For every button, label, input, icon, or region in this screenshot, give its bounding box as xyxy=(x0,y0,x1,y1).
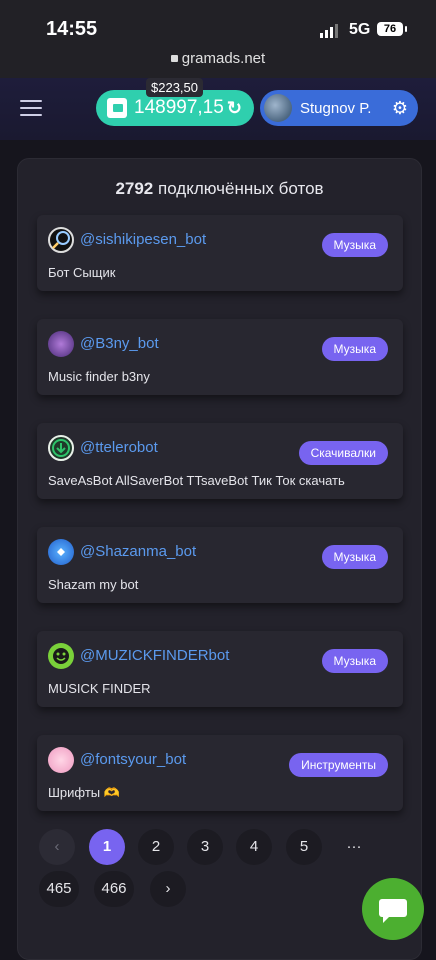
page-button[interactable]: 2 xyxy=(138,829,174,865)
bot-card[interactable]: @ttelerobot SaveAsBot AllSaverBot TTsave… xyxy=(37,423,403,499)
bot-description: Бот Сыщик xyxy=(48,265,116,280)
address-bar[interactable]: gramads.net xyxy=(0,50,436,67)
page-button[interactable]: 466 xyxy=(94,871,134,907)
lock-icon xyxy=(170,55,178,62)
bot-description: Shazam my bot xyxy=(48,577,139,592)
panel-title: 2792 подключённых ботов xyxy=(18,179,421,199)
bot-username[interactable]: @ttelerobot xyxy=(80,439,158,456)
bot-description: SaveAsBot AllSaverBot TTsaveBot Тик Ток … xyxy=(48,473,345,488)
bot-description: MUSICK FINDER xyxy=(48,681,151,696)
bot-avatar xyxy=(48,539,74,565)
bot-description: Шрифты 🫶 xyxy=(48,785,120,800)
bot-avatar xyxy=(48,643,74,669)
status-bar: 14:55 5G 76 gramads.net xyxy=(0,0,436,78)
app-header: 148997,15 ↻ $223,50 Stugnov P. ⚙ xyxy=(0,78,436,140)
bot-card[interactable]: @B3ny_bot Music finder b3ny Музыка xyxy=(37,319,403,395)
bot-username[interactable]: @B3ny_bot xyxy=(80,335,159,352)
chat-icon xyxy=(379,899,407,923)
bots-count: 2792 xyxy=(115,179,154,198)
bot-username[interactable]: @sishikipesen_bot xyxy=(80,231,206,248)
page-button[interactable]: 3 xyxy=(187,829,223,865)
category-badge[interactable]: Музыка xyxy=(321,649,388,673)
bot-avatar xyxy=(48,227,74,253)
category-badge[interactable]: Музыка xyxy=(321,337,388,361)
bot-username[interactable]: @Shazanma_bot xyxy=(80,543,196,560)
bot-username[interactable]: @MUZICKFINDERbot xyxy=(80,647,229,664)
category-badge[interactable]: Инструменты xyxy=(289,753,388,777)
battery-icon: 76 xyxy=(377,22,407,36)
category-badge[interactable]: Скачивалки xyxy=(298,441,388,465)
network-type: 5G xyxy=(349,21,371,38)
avatar xyxy=(264,94,292,122)
bot-card[interactable]: @Shazanma_bot Shazam my bot Музыка xyxy=(37,527,403,603)
bot-card[interactable]: @MUZICKFINDERbot MUSICK FINDER Музыка xyxy=(37,631,403,707)
status-time: 14:55 xyxy=(46,18,98,40)
bot-avatar xyxy=(48,435,74,461)
signal-icon xyxy=(320,24,338,38)
balance-usd-tooltip: $223,50 xyxy=(146,78,203,97)
prev-page-button[interactable]: ‹ xyxy=(39,829,75,865)
page-button[interactable]: 1 xyxy=(89,829,125,865)
url-text: gramads.net xyxy=(181,50,266,67)
bot-card[interactable]: @sishikipesen_bot Бот Сыщик Музыка xyxy=(37,215,403,291)
bot-username[interactable]: @fontsyour_bot xyxy=(80,751,186,768)
user-button[interactable]: Stugnov P. ⚙ xyxy=(260,90,418,126)
balance-amount: 148997,15 xyxy=(134,97,224,118)
next-page-button[interactable]: › xyxy=(150,871,186,907)
pagination-ellipsis[interactable]: ··· xyxy=(336,829,372,865)
page-button[interactable]: 4 xyxy=(236,829,272,865)
menu-icon[interactable] xyxy=(20,100,42,118)
bot-avatar xyxy=(48,747,74,773)
bot-card[interactable]: @fontsyour_bot Шрифты 🫶 Инструменты xyxy=(37,735,403,811)
username: Stugnov P. xyxy=(300,99,372,117)
bot-avatar xyxy=(48,331,74,357)
bots-panel: 2792 подключённых ботов @sishikipesen_bo… xyxy=(17,158,422,960)
bot-description: Music finder b3ny xyxy=(48,369,150,384)
category-badge[interactable]: Музыка xyxy=(321,545,388,569)
wallet-icon xyxy=(107,98,127,118)
category-badge[interactable]: Музыка xyxy=(321,233,388,257)
panel-title-text: подключённых ботов xyxy=(158,179,324,198)
page-button[interactable]: 5 xyxy=(286,829,322,865)
page-button[interactable]: 465 xyxy=(39,871,79,907)
chat-button[interactable] xyxy=(362,878,424,940)
gear-icon[interactable]: ⚙ xyxy=(392,98,408,119)
refresh-icon[interactable]: ↻ xyxy=(227,98,242,119)
